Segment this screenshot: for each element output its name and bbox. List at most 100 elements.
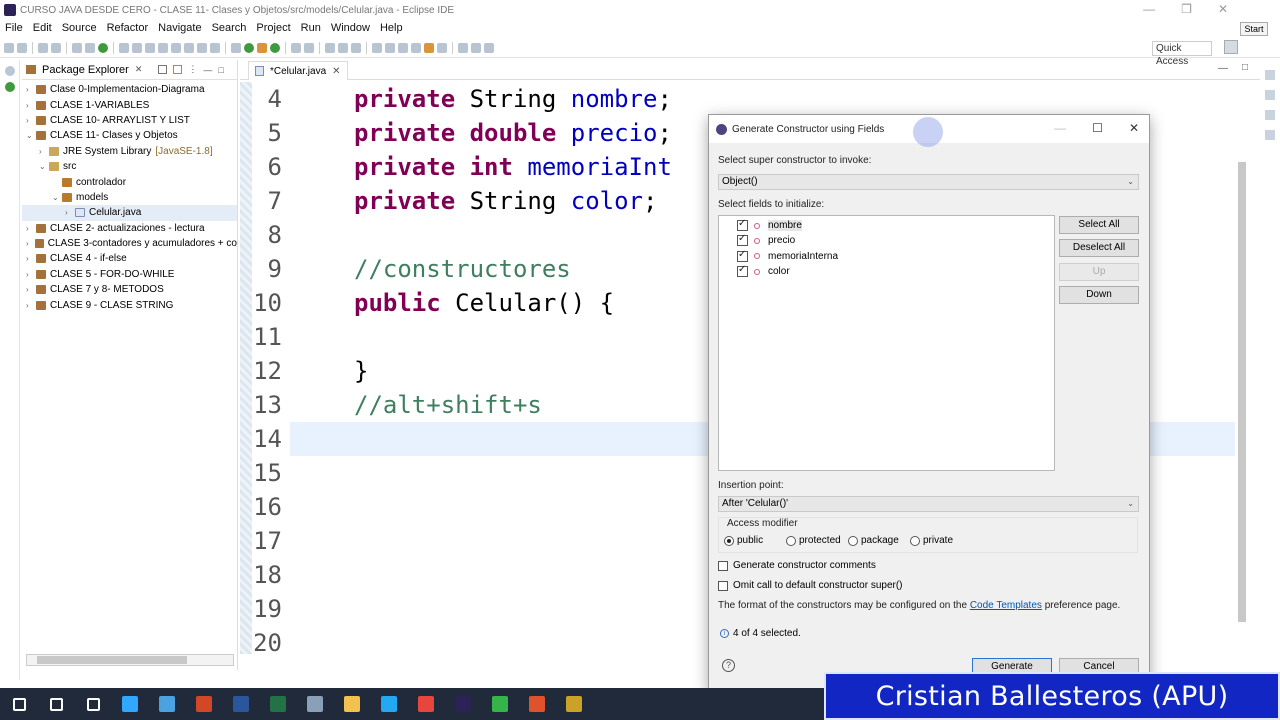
toolbar-icon[interactable] xyxy=(372,42,382,53)
field-checkbox[interactable] xyxy=(737,218,748,231)
menu-source[interactable]: Source xyxy=(57,22,102,34)
dialog-close-icon[interactable]: ✕ xyxy=(1129,121,1139,135)
maximize-view-icon[interactable]: □ xyxy=(218,65,223,75)
toolbar-icon[interactable] xyxy=(244,42,254,53)
vscode-icon[interactable] xyxy=(374,688,404,720)
field-row[interactable]: color xyxy=(719,264,790,279)
console-icon[interactable] xyxy=(1265,130,1275,140)
toolbar-icon[interactable] xyxy=(210,42,220,53)
expanded-arrow-icon[interactable]: ⌄ xyxy=(52,193,62,202)
toolbar-icon[interactable] xyxy=(145,42,155,53)
checkbox-box[interactable] xyxy=(718,580,728,591)
menu-project[interactable]: Project xyxy=(251,22,295,34)
toolbar-icon[interactable] xyxy=(171,42,181,53)
tab-celular-java[interactable]: *Celular.java ✕ xyxy=(248,61,348,80)
toolbar-icon[interactable] xyxy=(231,42,241,53)
tree-item[interactable]: › CLASE 7 y 8- METODOS xyxy=(22,282,237,297)
tree-item[interactable]: › Celular.java xyxy=(22,205,237,221)
close-tab-icon[interactable]: ✕ xyxy=(332,66,340,77)
collapsed-arrow-icon[interactable]: › xyxy=(26,85,36,94)
access-radio-package[interactable]: package xyxy=(848,535,899,546)
tool-icon[interactable] xyxy=(300,688,330,720)
collapsed-arrow-icon[interactable]: › xyxy=(65,208,75,217)
deselect-all-button[interactable]: Deselect All xyxy=(1059,239,1139,257)
word-icon[interactable] xyxy=(226,688,256,720)
photos-icon[interactable] xyxy=(559,688,589,720)
toolbar-icon[interactable] xyxy=(338,42,348,53)
menu-edit[interactable]: Edit xyxy=(28,22,57,34)
tree-item[interactable]: › CLASE 1-VARIABLES xyxy=(22,97,237,112)
toolbar-icon[interactable] xyxy=(85,42,95,53)
toolbar-icon[interactable] xyxy=(458,42,468,53)
collapse-all-icon[interactable] xyxy=(158,65,168,74)
chrome-icon[interactable] xyxy=(411,688,441,720)
toolbar-icon[interactable] xyxy=(184,42,194,53)
tree-item[interactable]: › CLASE 10- ARRAYLIST Y LIST xyxy=(22,113,237,128)
toolbar-icon[interactable] xyxy=(325,42,335,53)
search-icon[interactable] xyxy=(41,688,71,720)
field-checkbox[interactable] xyxy=(737,264,748,278)
close-view-icon[interactable]: ✕ xyxy=(135,64,143,75)
insertion-point-select[interactable]: After 'Celular()' ⌄ xyxy=(718,496,1139,512)
code-templates-link[interactable]: Code Templates xyxy=(970,600,1042,611)
toolbar-icon[interactable] xyxy=(437,42,447,53)
collapsed-arrow-icon[interactable]: › xyxy=(26,254,36,263)
menu-window[interactable]: Window xyxy=(326,22,375,34)
menu-navigate[interactable]: Navigate xyxy=(153,22,206,34)
toolbar-icon[interactable] xyxy=(38,42,48,53)
editor-vscrollbar[interactable] xyxy=(1236,82,1248,652)
toolbar-icon[interactable] xyxy=(197,42,207,53)
field-checkbox[interactable] xyxy=(737,249,748,262)
minimize-icon[interactable]: — xyxy=(1143,2,1155,16)
up-button[interactable]: Up xyxy=(1059,263,1139,281)
toolbar-icon[interactable] xyxy=(471,42,481,53)
tree-item[interactable]: › CLASE 3-contadores y acumuladores + co xyxy=(22,236,237,251)
expanded-arrow-icon[interactable]: ⌄ xyxy=(39,162,49,171)
collapsed-arrow-icon[interactable]: › xyxy=(26,224,36,233)
omit-super-checkbox[interactable]: Omit call to default constructor super() xyxy=(718,580,903,591)
menu-file[interactable]: File xyxy=(0,22,28,34)
radio-button[interactable] xyxy=(786,535,796,546)
expanded-arrow-icon[interactable]: ⌄ xyxy=(26,131,36,140)
problems-icon[interactable] xyxy=(1265,110,1275,120)
quick-access-field[interactable]: Quick Access xyxy=(1152,41,1212,67)
start-button[interactable]: Start xyxy=(1240,22,1268,36)
perspective-icon[interactable] xyxy=(1224,40,1238,54)
collapsed-arrow-icon[interactable]: › xyxy=(26,101,36,110)
radio-button[interactable] xyxy=(910,535,920,546)
collapsed-arrow-icon[interactable]: › xyxy=(26,285,36,294)
toolbar-icon[interactable] xyxy=(270,42,280,53)
field-checkbox[interactable] xyxy=(737,233,748,247)
select-all-button[interactable]: Select All xyxy=(1059,216,1139,234)
toolbar-icon[interactable] xyxy=(411,42,421,53)
tree-item[interactable]: › CLASE 9 - CLASE STRING xyxy=(22,297,237,312)
toolbar-icon[interactable] xyxy=(132,42,142,53)
package-explorer-hscrollbar[interactable] xyxy=(26,654,234,666)
access-radio-public[interactable]: public xyxy=(724,535,763,546)
tree-item[interactable]: controlador xyxy=(22,174,237,189)
access-radio-protected[interactable]: protected xyxy=(786,535,841,546)
help-icon[interactable]: ? xyxy=(722,659,735,672)
tree-item[interactable]: › JRE System Library [JavaSE-1.8] xyxy=(22,144,237,159)
radio-button[interactable] xyxy=(848,535,858,546)
down-button[interactable]: Down xyxy=(1059,286,1139,304)
toolbar-icon[interactable] xyxy=(351,42,361,53)
collapsed-arrow-icon[interactable]: › xyxy=(26,270,36,279)
link-editor-icon[interactable] xyxy=(173,65,183,74)
toolbar-icon[interactable] xyxy=(72,42,82,53)
toolbar-icon[interactable] xyxy=(385,42,395,53)
field-row[interactable]: precio xyxy=(719,233,795,248)
view-menu-icon[interactable]: ⋮ xyxy=(188,64,197,75)
field-row[interactable]: nombre xyxy=(719,218,802,233)
toolbar-icon[interactable] xyxy=(484,42,494,53)
snipping-icon[interactable] xyxy=(152,688,182,720)
minimize-view-icon[interactable]: — xyxy=(203,65,212,75)
dialog-minimize-icon[interactable]: — xyxy=(1054,121,1066,135)
menu-help[interactable]: Help xyxy=(375,22,408,34)
powerpoint-icon[interactable] xyxy=(189,688,219,720)
access-radio-private[interactable]: private xyxy=(910,535,953,546)
minimize-editor-icon[interactable]: — xyxy=(1218,63,1228,74)
checkbox-box[interactable] xyxy=(718,560,728,571)
tree-item[interactable]: ⌄ models xyxy=(22,190,237,205)
excel-icon[interactable] xyxy=(263,688,293,720)
